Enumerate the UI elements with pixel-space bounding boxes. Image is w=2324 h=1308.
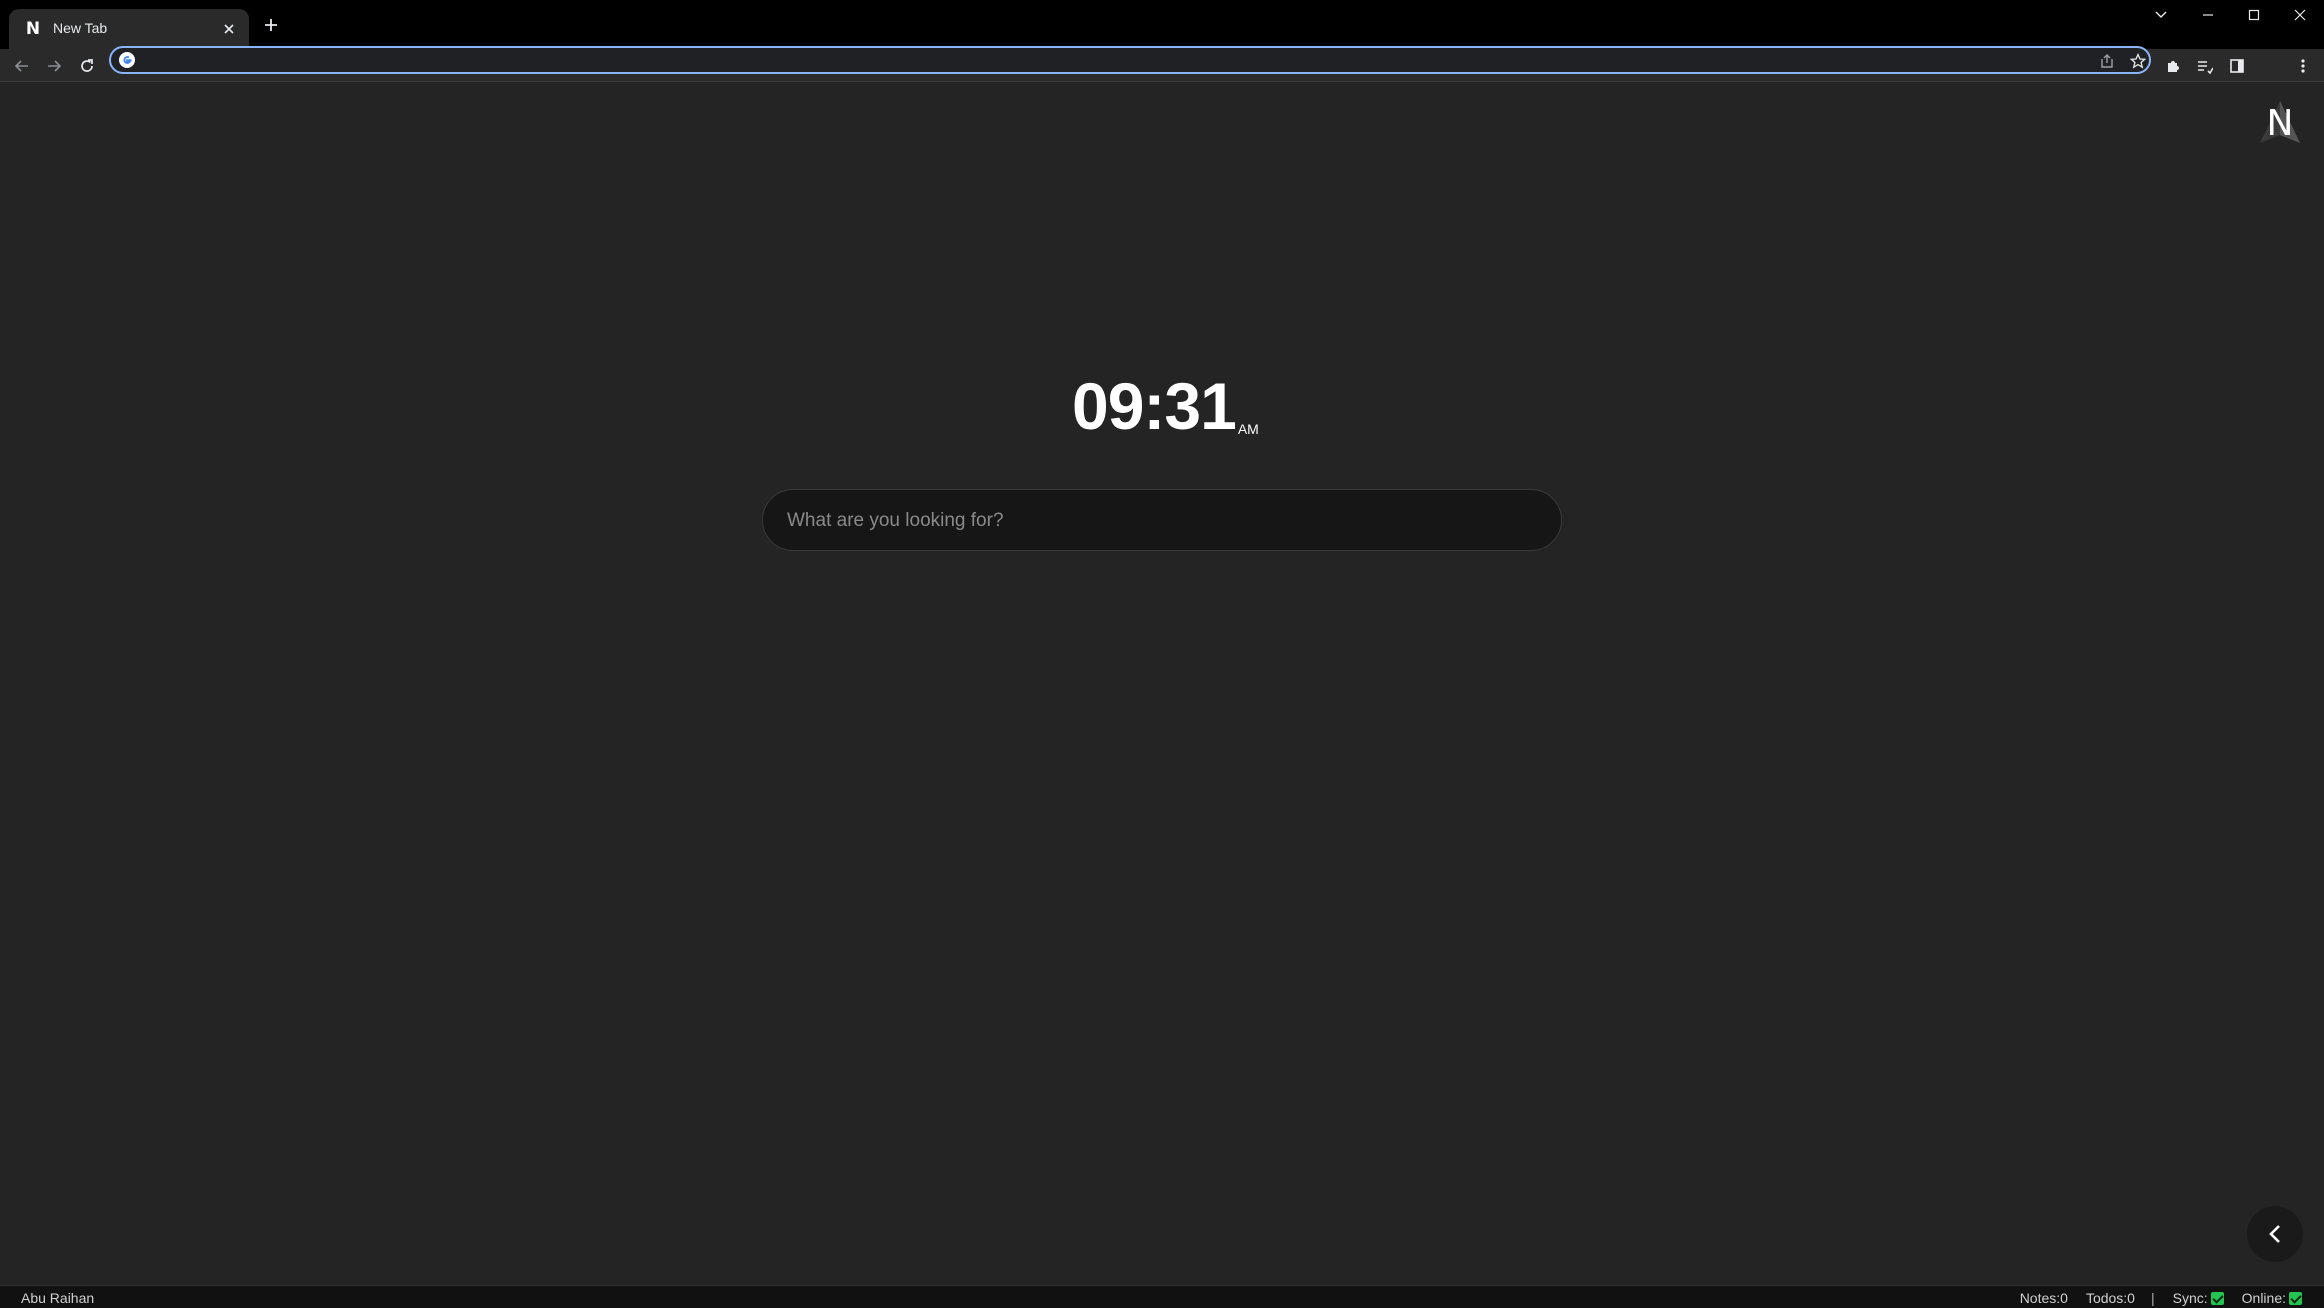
brand-logo[interactable]: N <box>2256 99 2304 147</box>
star-icon[interactable] <box>2127 50 2149 72</box>
check-icon <box>2289 1291 2302 1305</box>
kebab-menu-icon[interactable] <box>2291 54 2315 78</box>
clock-time: 09:31 <box>1072 369 1237 443</box>
reading-list-icon[interactable] <box>2193 54 2217 78</box>
clock-period: AM <box>1237 421 1259 437</box>
google-icon <box>119 52 135 68</box>
tab-favicon: N <box>25 19 41 39</box>
notes-count: Notes:0 <box>2019 1290 2068 1306</box>
search-box[interactable] <box>762 489 1562 551</box>
check-icon <box>2210 1291 2224 1305</box>
window-close-button[interactable] <box>2277 0 2323 30</box>
tab-search-button[interactable] <box>2138 0 2184 30</box>
close-icon[interactable] <box>219 19 239 39</box>
side-panel-icon[interactable] <box>2225 54 2249 78</box>
sync-status: Sync: <box>2173 1290 2224 1306</box>
sync-label: Sync: <box>2172 1290 2208 1306</box>
tab-title: New Tab <box>53 20 108 36</box>
clock: 09:31 AM <box>1072 359 1259 439</box>
address-bar[interactable] <box>109 46 2151 74</box>
user-name: Abu Raihan <box>21 1290 95 1306</box>
reload-icon[interactable] <box>75 54 99 78</box>
address-input[interactable] <box>145 50 2085 70</box>
chevron-left-icon[interactable] <box>2247 1206 2303 1262</box>
search-input[interactable] <box>787 508 1537 534</box>
online-status: Online: <box>2242 1290 2302 1306</box>
todos-count: Todos:0 <box>2085 1290 2135 1306</box>
puzzle-icon[interactable] <box>2161 54 2185 78</box>
tab-new-tab[interactable]: N New Tab <box>9 9 249 49</box>
status-bar: Abu Raihan Notes:0 Todos:0 | Sync: Onlin… <box>0 1285 2324 1308</box>
new-tab-button[interactable] <box>259 13 283 37</box>
browser-window: N New Tab N 09:31 AM What are you lookin… <box>0 0 2324 1308</box>
arrow-left-icon[interactable] <box>10 54 34 78</box>
share-icon[interactable] <box>2096 50 2118 72</box>
online-label: Online: <box>2241 1290 2286 1306</box>
new-tab-page: N 09:31 AM <box>0 82 2324 1285</box>
arrow-right-icon[interactable] <box>42 54 66 78</box>
maximize-button[interactable] <box>2231 0 2277 30</box>
svg-text:N: N <box>2267 103 2294 144</box>
tab-strip: N New Tab <box>0 0 2324 49</box>
status-separator: | <box>2150 1290 2155 1306</box>
minimize-button[interactable] <box>2185 0 2231 30</box>
